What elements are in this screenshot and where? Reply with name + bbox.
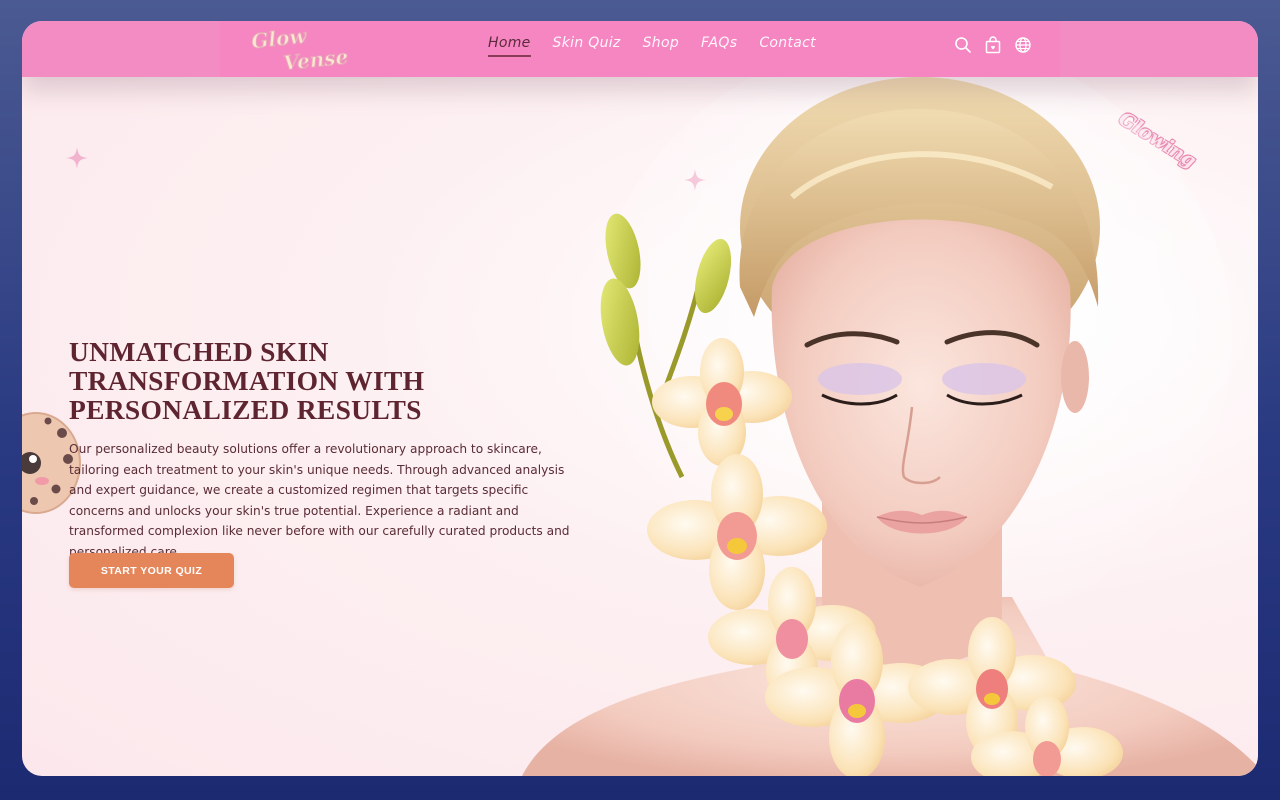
site-header: Glow Vense Home Skin Quiz Shop FAQs Cont…	[22, 21, 1258, 77]
header-icons	[954, 36, 1032, 54]
hero-title: UNMATCHED SKIN TRANSFORMATION WITH PERSO…	[69, 337, 489, 424]
nav-skin-quiz[interactable]: Skin Quiz	[553, 35, 621, 57]
hero-description: Our personalized beauty solutions offer …	[69, 442, 570, 559]
hero-title-line: TRANSFORMATION WITH	[69, 365, 425, 396]
glow-vense-logo[interactable]: Glow Vense	[244, 25, 364, 75]
hero-title-line: UNMATCHED SKIN	[69, 336, 329, 367]
browser-viewport: Glowing UNMATCHED SKIN TRANSFORMATION WI…	[22, 21, 1258, 776]
shopping-bag-icon[interactable]	[984, 36, 1002, 54]
sparkle-icon	[66, 147, 88, 169]
search-icon[interactable]	[954, 36, 972, 54]
hero-title-line: PERSONALIZED RESULTS	[69, 394, 422, 425]
nav-contact[interactable]: Contact	[759, 35, 816, 57]
hero-portrait-image	[522, 77, 1258, 776]
nav-shop[interactable]: Shop	[643, 35, 679, 57]
main-nav: Home Skin Quiz Shop FAQs Contact	[488, 35, 816, 57]
start-quiz-button[interactable]: START YOUR QUIZ	[69, 553, 234, 588]
nav-faqs[interactable]: FAQs	[701, 35, 737, 57]
globe-icon[interactable]	[1014, 36, 1032, 54]
nav-home[interactable]: Home	[488, 35, 531, 57]
